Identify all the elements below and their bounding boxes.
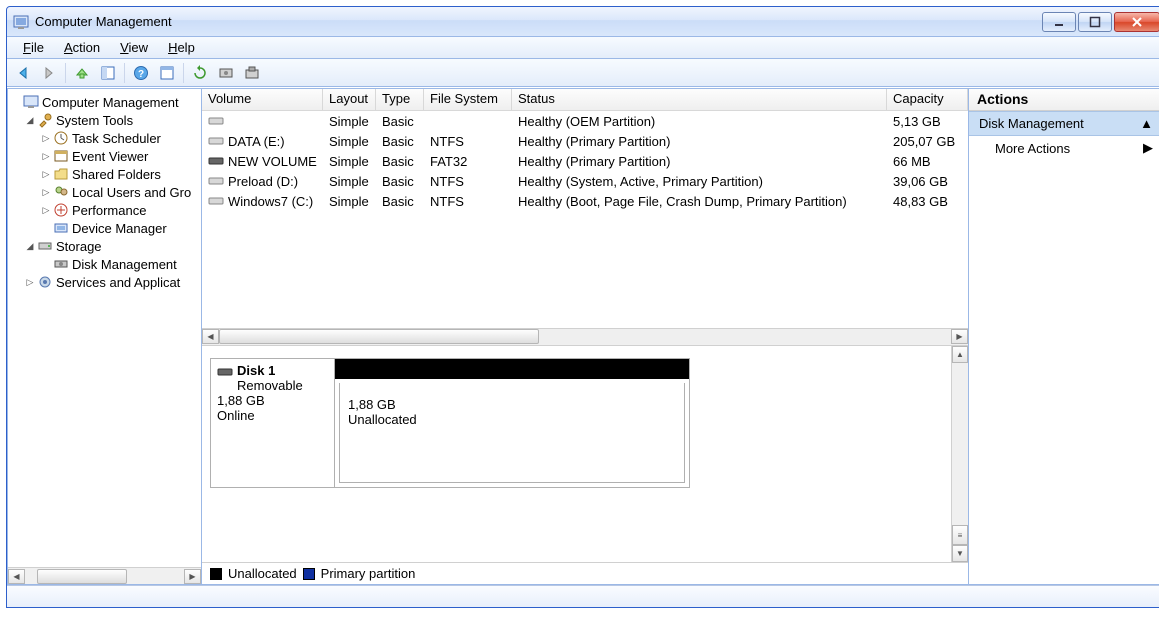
folder-share-icon (53, 166, 69, 182)
col-layout[interactable]: Layout (323, 89, 376, 110)
drive-icon (217, 365, 233, 380)
drive-icon (208, 174, 224, 189)
actions-more-actions[interactable]: More Actions ▶ (969, 136, 1159, 160)
menu-file[interactable]: File (13, 39, 54, 56)
tree-event-viewer[interactable]: ▷Event Viewer (8, 147, 201, 165)
app-icon (13, 14, 29, 30)
computer-icon (23, 94, 39, 110)
legend-swatch-primary (303, 568, 315, 580)
col-capacity[interactable]: Capacity (887, 89, 968, 110)
forward-button[interactable] (37, 61, 61, 85)
tree-local-users[interactable]: ▷Local Users and Gro (8, 183, 201, 201)
volume-header-row: Volume Layout Type File System Status Ca… (202, 89, 968, 111)
scroll-right-icon[interactable]: ▶ (184, 569, 201, 584)
properties-button[interactable] (155, 61, 179, 85)
performance-icon (53, 202, 69, 218)
table-row[interactable]: Windows7 (C:) Simple Basic NTFS Healthy … (202, 191, 968, 211)
scroll-up-icon[interactable]: ▲ (952, 346, 968, 363)
toolbar: ? (7, 59, 1159, 87)
scroll-right-icon[interactable]: ▶ (951, 329, 968, 344)
tree-root[interactable]: Computer Management (8, 93, 201, 111)
actions-pane: Actions Disk Management ▲ More Actions ▶ (969, 88, 1159, 585)
menu-view[interactable]: View (110, 39, 158, 56)
drive-icon (208, 134, 224, 149)
scroll-thumb[interactable] (219, 329, 539, 344)
tree-system-tools[interactable]: ◢System Tools (8, 111, 201, 129)
tree-pane: Computer Management ◢System Tools ▷Task … (7, 88, 202, 585)
volume-rows: Simple Basic Healthy (OEM Partition) 5,1… (202, 111, 968, 328)
close-button[interactable] (1114, 12, 1159, 32)
legend: Unallocated Primary partition (202, 562, 968, 584)
maximize-button[interactable] (1078, 12, 1112, 32)
console-tree[interactable]: Computer Management ◢System Tools ▷Task … (8, 89, 201, 567)
scroll-left-icon[interactable]: ◀ (202, 329, 219, 344)
menu-help[interactable]: Help (158, 39, 205, 56)
minimize-button[interactable] (1042, 12, 1076, 32)
partition-box[interactable]: 1,88 GB Unallocated (335, 359, 689, 487)
menubar: File Action View Help (7, 37, 1159, 59)
table-row[interactable]: NEW VOLUME Simple Basic FAT32 Healthy (P… (202, 151, 968, 171)
refresh-button[interactable] (188, 61, 212, 85)
collapse-icon: ▲ (1140, 116, 1153, 131)
disk-icon (53, 256, 69, 272)
computer-management-window: Computer Management File Action View Hel… (6, 6, 1159, 608)
statusbar (7, 585, 1159, 607)
device-icon (53, 220, 69, 236)
up-level-button[interactable] (70, 61, 94, 85)
window-title: Computer Management (35, 14, 1040, 29)
disk-box[interactable]: Disk 1 Removable 1,88 GB Online 1,88 GB … (210, 358, 690, 488)
show-hide-console-tree-button[interactable] (96, 61, 120, 85)
event-icon (53, 148, 69, 164)
col-filesystem[interactable]: File System (424, 89, 512, 110)
col-type[interactable]: Type (376, 89, 424, 110)
actions-title-row[interactable]: Disk Management ▲ (969, 111, 1159, 136)
settings-button[interactable] (240, 61, 264, 85)
tools-icon (37, 112, 53, 128)
tree-services[interactable]: ▷Services and Applicat (8, 273, 201, 291)
volumes-hscroll[interactable]: ◀ ▶ (202, 328, 968, 345)
svg-text:?: ? (138, 69, 144, 80)
tree-shared-folders[interactable]: ▷Shared Folders (8, 165, 201, 183)
drive-icon (208, 114, 224, 129)
rescan-disks-button[interactable] (214, 61, 238, 85)
col-status[interactable]: Status (512, 89, 887, 110)
tree-task-scheduler[interactable]: ▷Task Scheduler (8, 129, 201, 147)
disk-vscroll[interactable]: ▲ ≡ ▼ (951, 346, 968, 563)
table-row[interactable]: DATA (E:) Simple Basic NTFS Healthy (Pri… (202, 131, 968, 151)
drive-icon (208, 154, 224, 169)
services-icon (37, 274, 53, 290)
tree-hscroll[interactable]: ◀ ▶ (8, 567, 201, 584)
scroll-left-icon[interactable]: ◀ (8, 569, 25, 584)
col-volume[interactable]: Volume (202, 89, 323, 110)
back-button[interactable] (11, 61, 35, 85)
table-row[interactable]: Simple Basic Healthy (OEM Partition) 5,1… (202, 111, 968, 131)
users-icon (53, 184, 69, 200)
actions-header: Actions (969, 89, 1159, 111)
scroll-grip-icon[interactable]: ≡ (952, 525, 968, 545)
tree-storage[interactable]: ◢Storage (8, 237, 201, 255)
help-button[interactable]: ? (129, 61, 153, 85)
drive-icon (208, 194, 224, 209)
chevron-right-icon: ▶ (1143, 140, 1153, 156)
main-pane: Volume Layout Type File System Status Ca… (202, 88, 969, 585)
scroll-thumb[interactable] (37, 569, 127, 584)
tree-device-manager[interactable]: Device Manager (8, 219, 201, 237)
tree-disk-management[interactable]: Disk Management (8, 255, 201, 273)
disk-graphical-view: Disk 1 Removable 1,88 GB Online 1,88 GB … (202, 345, 968, 563)
titlebar[interactable]: Computer Management (7, 7, 1159, 37)
storage-icon (37, 238, 53, 254)
menu-action[interactable]: Action (54, 39, 110, 56)
table-row[interactable]: Preload (D:) Simple Basic NTFS Healthy (… (202, 171, 968, 191)
scroll-down-icon[interactable]: ▼ (952, 545, 968, 562)
tree-performance[interactable]: ▷Performance (8, 201, 201, 219)
legend-swatch-unallocated (210, 568, 222, 580)
clock-icon (53, 130, 69, 146)
disk-info: Disk 1 Removable 1,88 GB Online (211, 359, 335, 487)
unallocated-stripe (335, 359, 689, 379)
